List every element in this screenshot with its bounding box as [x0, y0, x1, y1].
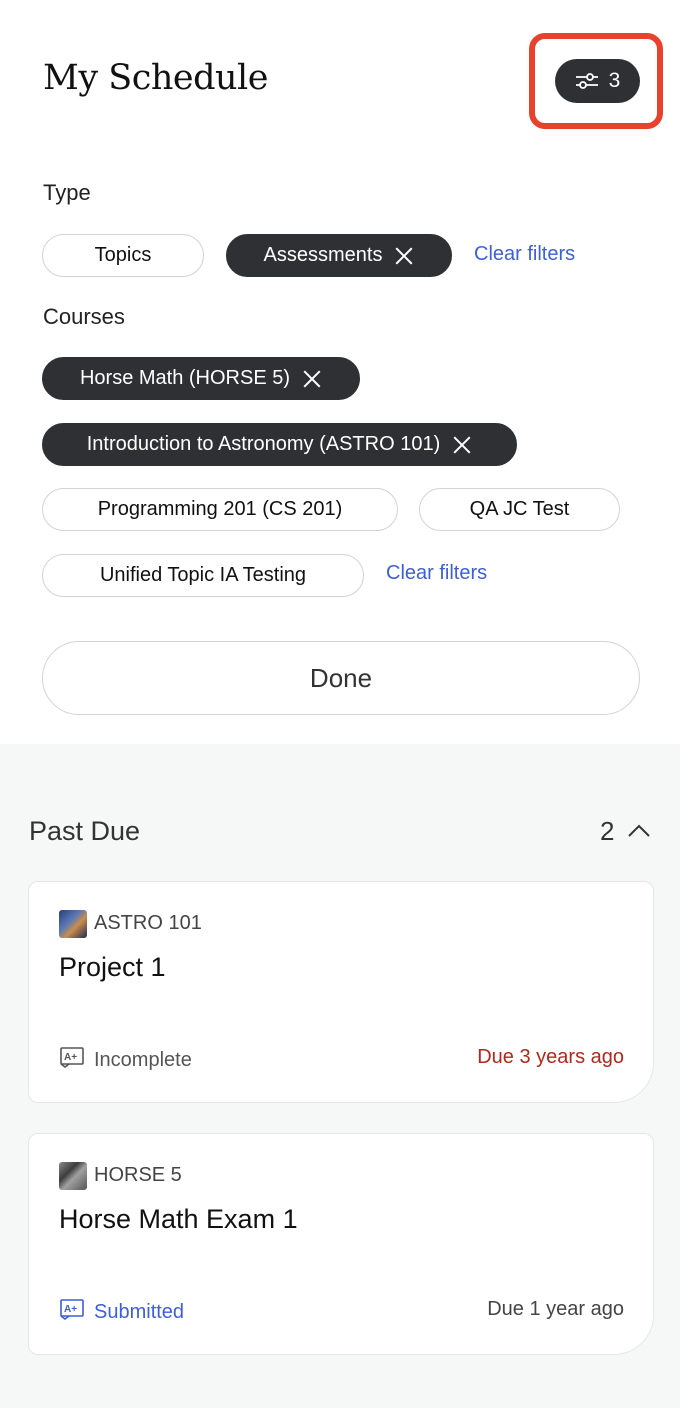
course-thumbnail-icon	[59, 1162, 87, 1190]
chip-label: Introduction to Astronomy (ASTRO 101)	[86, 433, 441, 455]
close-icon[interactable]	[452, 435, 472, 455]
course-code: ASTRO 101	[94, 912, 202, 934]
chip-label: Topics	[94, 244, 152, 266]
course-code: HORSE 5	[94, 1164, 182, 1186]
chip-programming-201[interactable]: Programming 201 (CS 201)	[42, 488, 398, 531]
done-button[interactable]: Done	[42, 641, 640, 715]
assignment-title: Project 1	[59, 952, 166, 982]
chip-unified-topic[interactable]: Unified Topic IA Testing	[42, 554, 364, 597]
filter-toggle-button[interactable]: 3	[555, 59, 640, 103]
status: A+ Incomplete	[59, 1046, 192, 1074]
clear-type-filters-link[interactable]: Clear filters	[474, 243, 575, 266]
chip-topics[interactable]: Topics	[42, 234, 204, 277]
svg-text:A+: A+	[64, 1052, 77, 1063]
status-text: Submitted	[94, 1300, 185, 1323]
chip-label: Assessments	[263, 244, 383, 266]
chip-intro-astronomy[interactable]: Introduction to Astronomy (ASTRO 101)	[42, 423, 517, 466]
chip-label: Horse Math (HORSE 5)	[79, 367, 291, 389]
chip-label: QA JC Test	[469, 498, 570, 520]
due-text: Due 3 years ago	[477, 1046, 624, 1068]
grade-icon: A+	[59, 1046, 85, 1074]
close-icon[interactable]	[302, 369, 322, 389]
page-title: My Schedule	[43, 58, 268, 98]
assignment-title: Horse Math Exam 1	[59, 1204, 298, 1234]
past-due-heading: Past Due	[29, 816, 141, 846]
type-label: Type	[43, 180, 91, 205]
clear-course-filters-link[interactable]: Clear filters	[386, 562, 487, 585]
chevron-up-icon[interactable]	[626, 821, 652, 846]
course-thumbnail-icon	[59, 910, 87, 938]
chip-label: Unified Topic IA Testing	[99, 564, 307, 586]
past-due-count: 2	[600, 816, 615, 846]
grade-icon: A+	[59, 1298, 85, 1326]
status: A+ Submitted	[59, 1298, 184, 1326]
close-icon[interactable]	[394, 246, 414, 266]
courses-label: Courses	[43, 304, 125, 329]
chip-horse-math[interactable]: Horse Math (HORSE 5)	[42, 357, 360, 400]
chip-qa-jc-test[interactable]: QA JC Test	[419, 488, 620, 531]
chip-label: Programming 201 (CS 201)	[97, 498, 343, 520]
assignment-card[interactable]: ASTRO 101 Project 1 A+ Incomplete Due 3 …	[28, 881, 654, 1103]
chip-assessments[interactable]: Assessments	[226, 234, 452, 277]
sliders-icon	[575, 71, 599, 91]
filter-count: 3	[608, 69, 621, 92]
status-text: Incomplete	[94, 1048, 192, 1071]
due-text: Due 1 year ago	[487, 1298, 624, 1320]
assignment-card[interactable]: HORSE 5 Horse Math Exam 1 A+ Submitted D…	[28, 1133, 654, 1355]
svg-text:A+: A+	[64, 1304, 77, 1315]
